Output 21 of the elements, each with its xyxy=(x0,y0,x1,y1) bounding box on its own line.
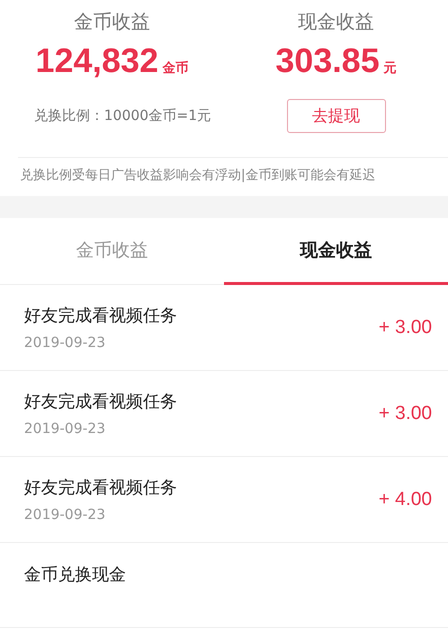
record-amount: + 3.00 xyxy=(378,402,432,424)
record-amount: + 3.00 xyxy=(378,316,432,338)
unit-label: 元 xyxy=(384,60,396,77)
exchange-rate-text: 兑换比例：10000金币=1元 xyxy=(34,107,212,125)
record-amount: + 4.00 xyxy=(378,488,432,510)
tab[interactable]: 金币收益 xyxy=(0,218,224,285)
record-title: 好友完成看视频任务 xyxy=(24,391,178,413)
earnings-amount: 124,832 xyxy=(36,42,158,81)
record-date: 2019-09-23 xyxy=(24,421,106,437)
earnings-label: 现金收益 xyxy=(298,10,374,35)
record-date: 2019-09-23 xyxy=(24,507,106,523)
record-title: 金币兑换现金 xyxy=(24,564,127,586)
earnings-amount: 303.85 xyxy=(276,42,380,81)
tab[interactable]: 现金收益 xyxy=(224,218,448,285)
withdraw-button[interactable]: 去提现 xyxy=(286,99,386,133)
unit-label: 金币 xyxy=(162,60,188,77)
notice-text: 兑换比例受每日广告收益影响会有浮动|金币到账可能会有延迟 xyxy=(19,167,376,185)
record-title: 好友完成看视频任务 xyxy=(24,305,178,327)
earnings-label: 金币收益 xyxy=(74,10,150,35)
record-date: 2019-09-23 xyxy=(24,335,106,351)
record-title: 好友完成看视频任务 xyxy=(24,477,178,499)
